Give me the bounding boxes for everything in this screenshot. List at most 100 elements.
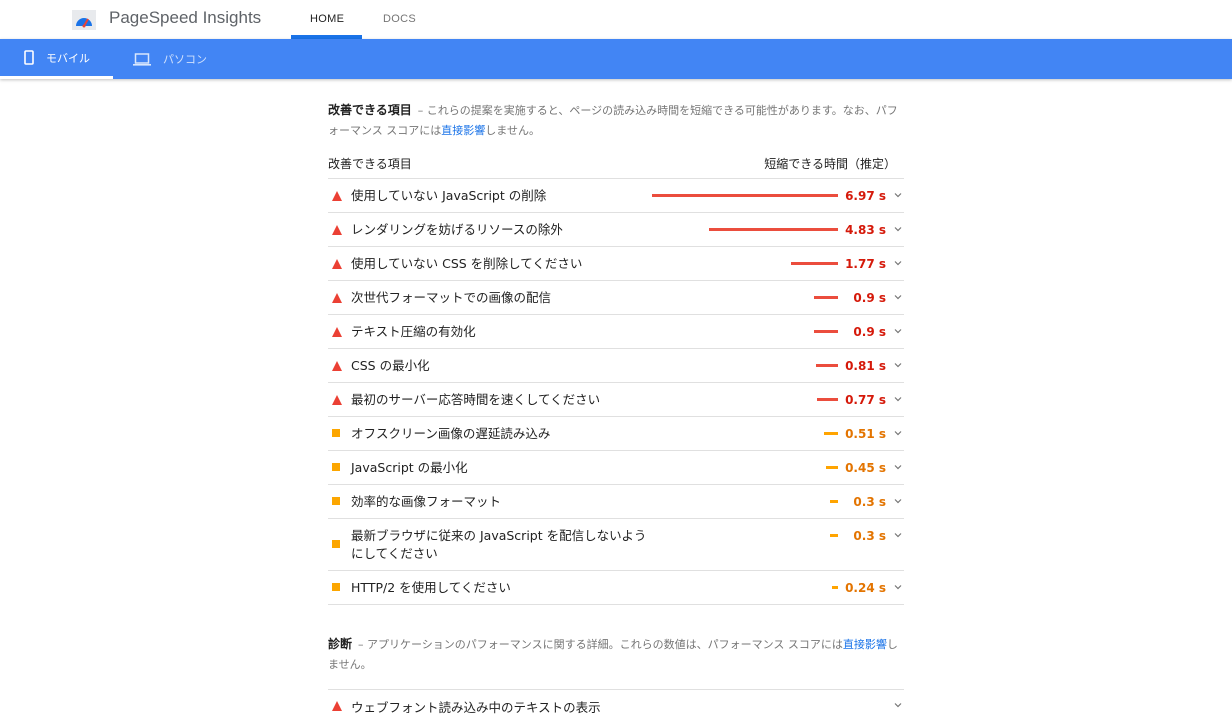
savings-value: 0.9 s [853, 291, 886, 305]
opportunity-label: 最初のサーバー応答時間を速くしてください [351, 392, 601, 407]
opportunity-row[interactable]: テキスト圧縮の有効化 0.9 s [328, 315, 904, 349]
fail-triangle-icon [332, 327, 342, 337]
chevron-down-icon[interactable] [894, 327, 902, 335]
device-tab-bar: モバイル パソコン [0, 39, 1232, 79]
opportunity-label: HTTP/2 を使用してください [351, 580, 511, 595]
average-square-icon [332, 540, 340, 548]
tab-desktop[interactable]: パソコン [133, 39, 207, 79]
pagespeed-logo-icon [72, 10, 96, 30]
opportunities-list: 使用していない JavaScript の削除 6.97 s レンダリングを妨げるリソ… [328, 179, 904, 605]
average-square-icon [332, 463, 340, 471]
savings-value: 4.83 s [845, 223, 886, 237]
savings-bar [791, 262, 838, 265]
opportunities-desc-suffix: しません。 [485, 124, 540, 137]
opportunity-row[interactable]: CSS の最小化 0.81 s [328, 349, 904, 383]
opportunity-row[interactable]: 使用していない JavaScript の削除 6.97 s [328, 179, 904, 213]
opportunity-label: テキスト圧縮の有効化 [351, 324, 476, 339]
diagnostic-item[interactable]: ウェブフォント読み込み中のテキストの表示 [328, 689, 904, 720]
chevron-down-icon[interactable] [894, 225, 902, 233]
opportunities-description: 改善できる項目 – これらの提案を実施すると、ページの読み込み時間を短縮できる可能… [328, 100, 904, 141]
opportunities-title: 改善できる項目 [328, 103, 412, 117]
tab-mobile-label: モバイル [46, 51, 90, 65]
opportunities-desc-text: – これらの提案を実施すると、ページの読み込み時間を短縮できる可能性があります。… [328, 104, 898, 137]
savings-bar [832, 586, 838, 589]
fail-triangle-icon [332, 701, 342, 711]
savings-bar [824, 432, 838, 435]
fail-triangle-icon [332, 395, 342, 405]
opportunity-label: JavaScript の最小化 [351, 460, 468, 475]
opportunity-row[interactable]: 最新ブラウザに従来の JavaScript を配信しないようにしてください 0.3… [328, 519, 904, 571]
opportunity-row[interactable]: 次世代フォーマットでの画像の配信 0.9 s [328, 281, 904, 315]
diagnostics-desc-text: – アプリケーションのパフォーマンスに関する詳細。これらの数値は、パフォーマンス… [358, 638, 843, 651]
opportunity-row[interactable]: 最初のサーバー応答時間を速くしてください 0.77 s [328, 383, 904, 417]
opportunity-label: 次世代フォーマットでの画像の配信 [351, 290, 552, 305]
nav-tab-docs[interactable]: DOCS [383, 13, 416, 25]
savings-bar [814, 330, 838, 333]
chevron-down-icon[interactable] [894, 531, 902, 539]
chevron-down-icon[interactable] [894, 463, 902, 471]
chevron-down-icon[interactable] [894, 701, 902, 709]
savings-bar [830, 500, 838, 503]
fail-triangle-icon [332, 259, 342, 269]
savings-bar [817, 398, 838, 401]
opportunity-label: 使用していない JavaScript の削除 [351, 188, 547, 203]
savings-bar [814, 296, 838, 299]
savings-bar [826, 466, 838, 469]
top-header: PageSpeed Insights HOME DOCS [0, 0, 1232, 39]
savings-value: 0.9 s [853, 325, 886, 339]
opportunity-label: 最新ブラウザに従来の JavaScript を配信しないようにしてください [351, 528, 647, 561]
average-square-icon [332, 583, 340, 591]
tab-desktop-label: パソコン [163, 53, 207, 66]
savings-value: 0.3 s [853, 529, 886, 543]
opportunities-section: 改善できる項目 – これらの提案を実施すると、ページの読み込み時間を短縮できる可能… [328, 100, 904, 605]
opportunities-column-header: 改善できる項目 短縮できる時間（推定） [328, 149, 904, 179]
opportunity-label: CSS の最小化 [351, 358, 430, 373]
savings-bar [709, 228, 838, 231]
chevron-down-icon[interactable] [894, 429, 902, 437]
column-header-savings: 短縮できる時間（推定） [764, 157, 896, 171]
savings-value: 0.45 s [845, 461, 886, 475]
smartphone-icon [24, 50, 34, 65]
column-header-opportunity: 改善できる項目 [328, 157, 412, 171]
opportunity-label: オフスクリーン画像の遅延読み込み [351, 426, 551, 441]
savings-bar [830, 534, 838, 537]
savings-value: 0.77 s [845, 393, 886, 407]
savings-bar [816, 364, 838, 367]
diagnostic-item-label: ウェブフォント読み込み中のテキストの表示 [351, 700, 601, 715]
average-square-icon [332, 497, 340, 505]
savings-value: 0.3 s [853, 495, 886, 509]
chevron-down-icon[interactable] [894, 293, 902, 301]
chevron-down-icon[interactable] [894, 361, 902, 369]
savings-value: 0.51 s [845, 427, 886, 441]
chevron-down-icon[interactable] [894, 583, 902, 591]
fail-triangle-icon [332, 225, 342, 235]
opportunity-label: 使用していない CSS を削除してください [351, 256, 583, 271]
chevron-down-icon[interactable] [894, 191, 902, 199]
chevron-down-icon[interactable] [894, 395, 902, 403]
diagnostics-title: 診断 [328, 637, 353, 651]
fail-triangle-icon [332, 361, 342, 371]
chevron-down-icon[interactable] [894, 259, 902, 267]
opportunity-row[interactable]: JavaScript の最小化 0.45 s [328, 451, 904, 485]
opportunity-row[interactable]: オフスクリーン画像の遅延読み込み 0.51 s [328, 417, 904, 451]
diagnostics-section: 診断 – アプリケーションのパフォーマンスに関する詳細。これらの数値は、パフォーマ… [328, 634, 904, 720]
average-square-icon [332, 429, 340, 437]
opportunity-row[interactable]: 使用していない CSS を削除してください 1.77 s [328, 247, 904, 281]
laptop-icon [133, 52, 151, 66]
app-title[interactable]: PageSpeed Insights [109, 8, 261, 28]
fail-triangle-icon [332, 293, 342, 303]
chevron-down-icon[interactable] [894, 497, 902, 505]
diagnostics-description: 診断 – アプリケーションのパフォーマンスに関する詳細。これらの数値は、パフォーマ… [328, 634, 904, 675]
opportunity-label: 効率的な画像フォーマット [351, 494, 502, 509]
diagnostics-direct-impact-link[interactable]: 直接影響 [843, 638, 887, 651]
opportunity-row[interactable]: レンダリングを妨げるリソースの除外 4.83 s [328, 213, 904, 247]
nav-tab-home[interactable]: HOME [310, 13, 344, 25]
opportunity-row[interactable]: 効率的な画像フォーマット 0.3 s [328, 485, 904, 519]
savings-value: 0.24 s [845, 581, 886, 595]
tab-mobile[interactable]: モバイル [0, 39, 113, 79]
direct-impact-link[interactable]: 直接影響 [441, 124, 485, 137]
savings-bar [652, 194, 838, 197]
opportunity-row[interactable]: HTTP/2 を使用してください 0.24 s [328, 571, 904, 605]
fail-triangle-icon [332, 191, 342, 201]
opportunity-label: レンダリングを妨げるリソースの除外 [351, 222, 563, 237]
